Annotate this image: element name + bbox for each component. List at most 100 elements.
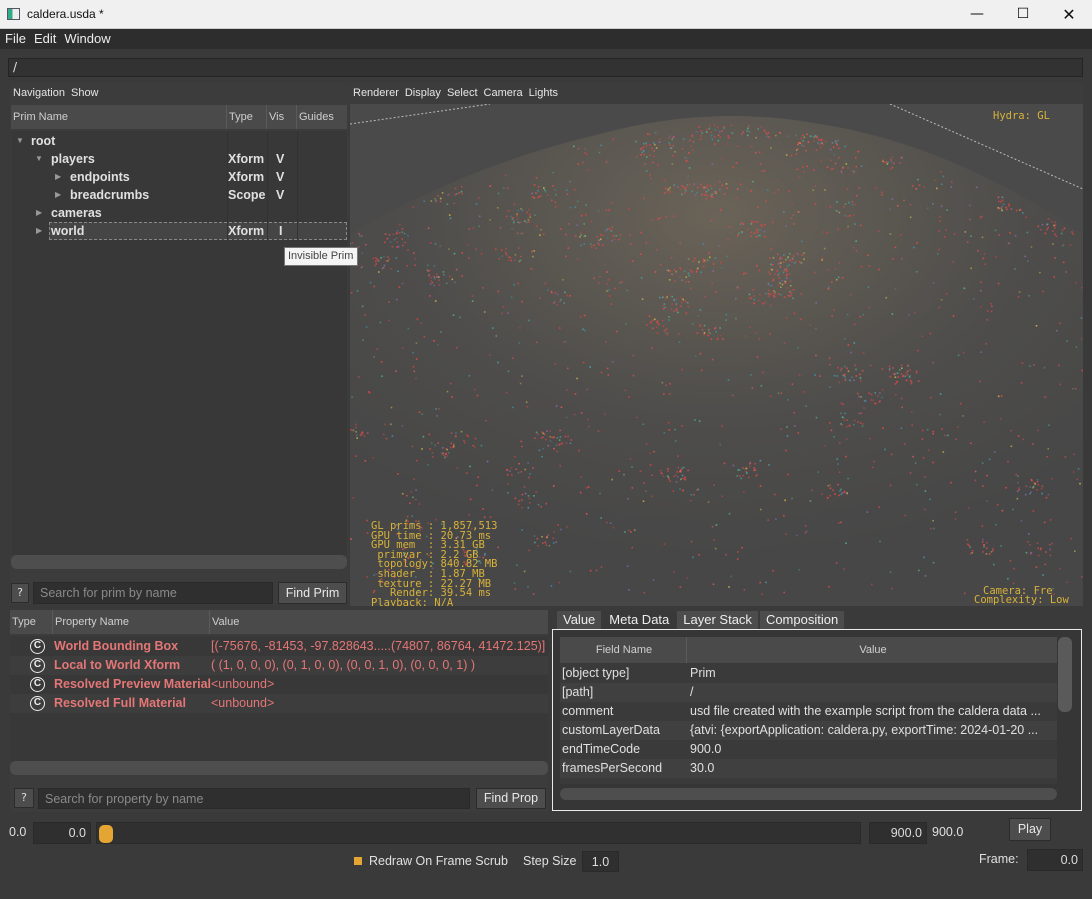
menu-edit[interactable]: Edit xyxy=(29,29,59,49)
selection-outline xyxy=(49,222,347,240)
minimize-button[interactable]: — xyxy=(954,0,1000,29)
horizontal-scrollbar[interactable] xyxy=(560,788,1057,800)
property-value: <unbound> xyxy=(211,696,275,710)
col-guides[interactable]: Guides xyxy=(297,105,347,129)
vertical-scrollbar[interactable] xyxy=(1058,637,1072,712)
field-name: customLayerData xyxy=(562,723,660,737)
complexity-label: Complexity: Low xyxy=(974,594,1069,606)
menu-camera[interactable]: Camera xyxy=(481,84,526,102)
collapse-arrow-icon[interactable]: ▶ xyxy=(36,204,42,222)
prim-name: world xyxy=(51,224,85,238)
tab-composition[interactable]: Composition xyxy=(759,611,845,629)
step-size-input[interactable]: 1.0 xyxy=(582,851,619,872)
play-button[interactable]: Play xyxy=(1009,818,1051,841)
property-row[interactable]: C World Bounding Box [(-75676, -81453, -… xyxy=(10,637,548,656)
menu-renderer[interactable]: Renderer xyxy=(350,84,402,102)
col-field-name[interactable]: Field Name xyxy=(560,637,687,663)
range-start-input[interactable]: 0.0 xyxy=(33,822,91,844)
prim-name: root xyxy=(31,134,56,148)
metadata-frame: Field Name Value [object type] Prim [path… xyxy=(552,629,1082,811)
prim-search-input[interactable]: Search for prim by name xyxy=(33,582,273,604)
tab-show[interactable]: Show xyxy=(68,84,102,102)
property-row[interactable]: C Local to World Xform ( (1, 0, 0, 0), (… xyxy=(10,656,548,675)
property-value: <unbound> xyxy=(211,677,275,691)
metadata-table-header: Field Name Value xyxy=(560,637,1057,663)
field-name: framesPerSecond xyxy=(562,761,663,775)
metadata-row[interactable]: comment usd file created with the example… xyxy=(560,702,1057,721)
menu-select[interactable]: Select xyxy=(444,84,481,102)
prim-type: Xform xyxy=(228,152,265,166)
field-name: [path] xyxy=(562,685,594,699)
metadata-row[interactable]: customLayerData {atvi: {exportApplication… xyxy=(560,721,1057,740)
prim-name: players xyxy=(51,152,95,166)
redraw-checkbox[interactable] xyxy=(354,857,362,865)
computed-property-icon: C xyxy=(30,696,45,711)
find-prop-button[interactable]: Find Prop xyxy=(476,788,546,809)
tab-layer-stack[interactable]: Layer Stack xyxy=(677,611,758,629)
col-type[interactable]: Type xyxy=(10,610,53,634)
horizontal-scrollbar[interactable] xyxy=(10,761,548,775)
prim-vis-toggle[interactable]: I xyxy=(279,222,282,240)
renderer-label: Hydra: GL xyxy=(993,110,1050,122)
tab-navigation[interactable]: Navigation xyxy=(10,84,68,102)
menu-lights[interactable]: Lights xyxy=(526,84,561,102)
inspector-tabs: Value Meta Data Layer Stack Composition xyxy=(557,611,846,629)
metadata-row[interactable]: framesPerSecond 30.0 xyxy=(560,759,1057,778)
prim-type: Xform xyxy=(228,170,265,184)
prim-vis-toggle[interactable]: V xyxy=(276,168,284,186)
col-property-name[interactable]: Property Name xyxy=(53,610,210,634)
tooltip: Invisible Prim xyxy=(284,247,358,266)
expand-arrow-icon[interactable]: ▼ xyxy=(16,132,24,150)
maximize-button[interactable]: ☐ xyxy=(1000,0,1046,29)
col-type[interactable]: Type xyxy=(227,105,267,129)
tab-value[interactable]: Value xyxy=(557,611,602,629)
property-name: Local to World Xform xyxy=(54,658,181,672)
menu-window[interactable]: Window xyxy=(59,29,113,49)
frame-slider-handle[interactable] xyxy=(99,825,113,843)
viewport-canvas[interactable]: Hydra: GL GL prims : 1,857,513 GPU time … xyxy=(350,104,1083,606)
menu-file[interactable]: File xyxy=(0,29,29,49)
field-value: {atvi: {exportApplication: caldera.py, e… xyxy=(690,723,1039,737)
prim-vis-toggle[interactable]: V xyxy=(276,186,284,204)
property-name: Resolved Full Material xyxy=(54,696,186,710)
menu-display[interactable]: Display xyxy=(402,84,444,102)
collapse-arrow-icon[interactable]: ▶ xyxy=(36,222,42,240)
metadata-row[interactable]: [object type] Prim xyxy=(560,664,1057,683)
collapse-arrow-icon[interactable]: ▶ xyxy=(55,186,61,204)
find-prim-button[interactable]: Find Prim xyxy=(278,582,347,604)
window-title: caldera.usda * xyxy=(27,7,104,21)
range-end-input[interactable]: 900.0 xyxy=(869,822,927,844)
property-row[interactable]: C Resolved Full Material <unbound> xyxy=(10,694,548,713)
title-bar: caldera.usda * — ☐ ✕ xyxy=(0,0,1092,29)
computed-property-icon: C xyxy=(30,658,45,673)
col-value[interactable]: Value xyxy=(210,610,548,634)
viewport-panel: Renderer Display Select Camera Lights Hydra:… xyxy=(350,83,1083,606)
tab-meta-data[interactable]: Meta Data xyxy=(603,611,676,629)
frame-label: Frame: xyxy=(979,852,1019,866)
frame-input[interactable]: 0.0 xyxy=(1027,849,1083,871)
prim-table-header: Prim Name Type Vis Guides xyxy=(11,105,347,129)
render-stats: GL prims : 1,857,513 GPU time : 20.73 ms… xyxy=(371,520,498,606)
expand-arrow-icon[interactable]: ▼ xyxy=(35,150,43,168)
metadata-row[interactable]: [path] / xyxy=(560,683,1057,702)
col-vis[interactable]: Vis xyxy=(267,105,297,129)
collapse-arrow-icon[interactable]: ▶ xyxy=(55,168,61,186)
field-name: [object type] xyxy=(562,666,630,680)
property-row[interactable]: C Resolved Preview Material <unbound> xyxy=(10,675,548,694)
horizontal-scrollbar[interactable] xyxy=(11,555,347,569)
col-prim-name[interactable]: Prim Name xyxy=(11,105,227,129)
timeline-bar: 0.0 0.0 900.0 900.0 Play Redraw On Frame… xyxy=(0,814,1092,899)
col-value[interactable]: Value xyxy=(687,637,1057,663)
property-search-input[interactable]: Search for property by name xyxy=(38,788,470,809)
prim-help-button[interactable]: ? xyxy=(11,583,29,603)
frame-slider[interactable] xyxy=(96,822,861,844)
metadata-list: [object type] Prim [path] / comment usd fil… xyxy=(560,663,1057,784)
computed-property-icon: C xyxy=(30,677,45,692)
step-size-label: Step Size xyxy=(523,854,577,868)
path-field[interactable]: / xyxy=(8,58,1083,77)
close-button[interactable]: ✕ xyxy=(1046,0,1092,29)
prim-vis-toggle[interactable]: V xyxy=(276,150,284,168)
field-value: / xyxy=(690,685,694,699)
property-help-button[interactable]: ? xyxy=(14,788,34,808)
metadata-row[interactable]: endTimeCode 900.0 xyxy=(560,740,1057,759)
